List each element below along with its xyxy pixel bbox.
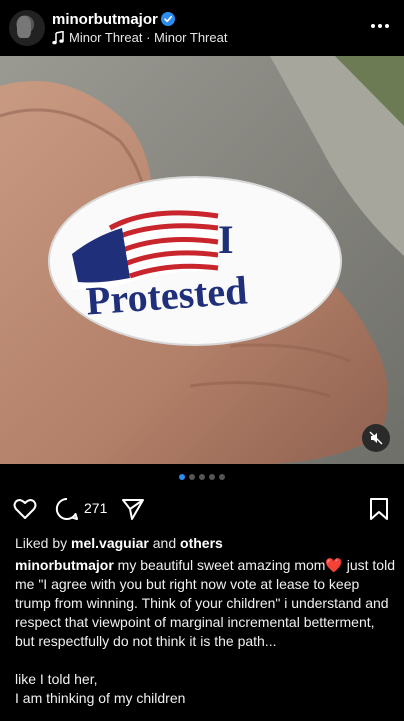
carousel-indicator — [0, 474, 404, 480]
liked-prefix: Liked by — [15, 535, 68, 551]
liked-others[interactable]: others — [180, 535, 223, 551]
liked-and: and — [152, 535, 177, 551]
song-link[interactable]: Minor Threat · Minor Threat — [52, 30, 227, 45]
action-bar: 271 — [0, 492, 404, 526]
comment-icon[interactable] — [54, 496, 80, 522]
caption-line-3: I am thinking of my children — [15, 690, 186, 706]
muted-speaker-icon — [369, 431, 383, 445]
verified-badge-icon — [161, 12, 175, 26]
share-icon[interactable] — [120, 496, 146, 522]
sticker-text-i: I — [218, 217, 234, 262]
music-note-icon — [52, 30, 64, 44]
comment-count: 271 — [84, 500, 108, 516]
caption-username[interactable]: minorbutmajor — [15, 557, 114, 573]
sticker-photo: I Protested — [0, 56, 404, 464]
carousel-dot — [189, 474, 195, 480]
username[interactable]: minorbutmajor — [52, 11, 158, 28]
avatar[interactable] — [9, 10, 45, 46]
caption: minorbutmajor my beautiful sweet amazing… — [15, 556, 395, 708]
song-label: Minor Threat · Minor Threat — [69, 30, 228, 45]
carousel-dot — [179, 474, 185, 480]
carousel-dot — [199, 474, 205, 480]
mute-button[interactable] — [362, 424, 390, 452]
heart-icon[interactable] — [12, 496, 38, 522]
caption-line-2: like I told her, — [15, 671, 98, 687]
liked-user[interactable]: mel.vaguiar — [71, 535, 149, 551]
likes-line: Liked by mel.vaguiar and others — [15, 535, 223, 551]
more-options-icon[interactable] — [368, 14, 392, 38]
carousel-dot — [209, 474, 215, 480]
bookmark-icon[interactable] — [366, 496, 392, 522]
post-header: minorbutmajor Minor Threat · Minor Threa… — [0, 0, 404, 56]
post-photo[interactable]: I Protested — [0, 56, 404, 464]
carousel-dot — [219, 474, 225, 480]
